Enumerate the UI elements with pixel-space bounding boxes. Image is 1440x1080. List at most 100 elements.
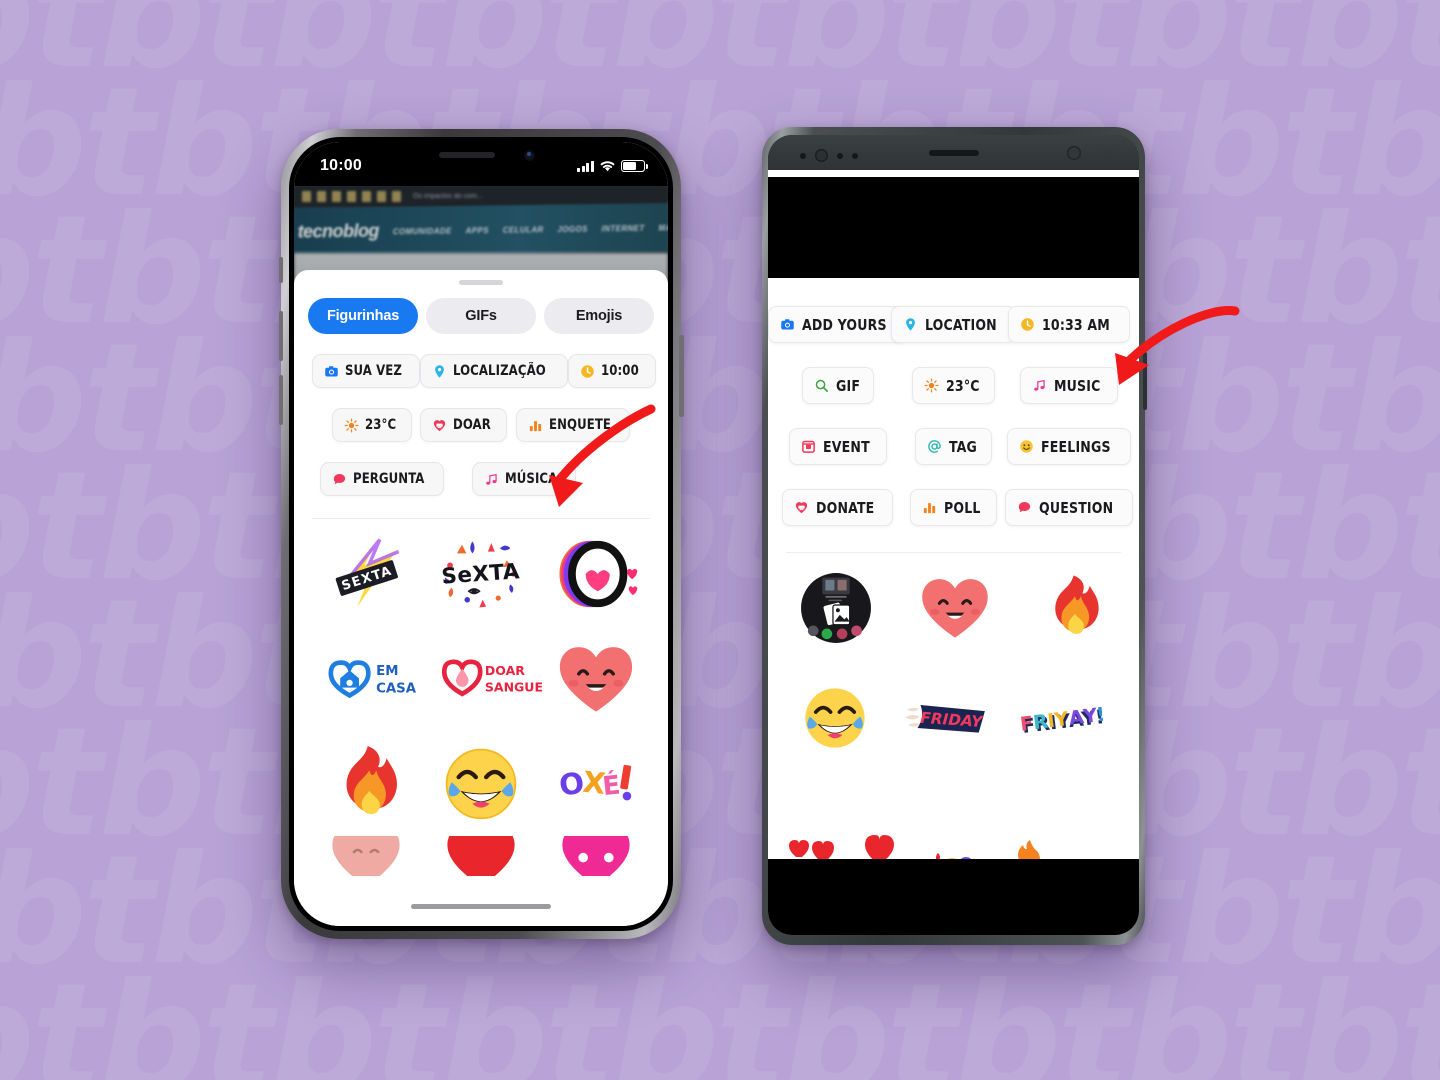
home-indicator[interactable] [411, 904, 551, 909]
sticker-partial-peach-heart[interactable] [323, 836, 409, 876]
sticker-button-location[interactable]: LOCATION [890, 306, 1017, 343]
iphone-power-button[interactable] [679, 335, 684, 417]
sticker-row: SEXTA SeXTA [308, 521, 654, 626]
sticker-fire[interactable] [323, 741, 409, 827]
sticker-em-casa[interactable]: EM CASA [323, 636, 416, 722]
sticker-smiling-heart[interactable] [916, 569, 994, 647]
sheet-divider [312, 518, 650, 519]
sticker-oxe[interactable]: O X É [553, 741, 639, 827]
front-camera-icon [524, 150, 535, 161]
sticker-button-question[interactable]: QUESTION [1004, 489, 1134, 526]
sticker-button-doar[interactable]: DOAR [420, 408, 508, 442]
sticker-row: EM CASA DOAR SANGUE [308, 626, 654, 731]
sticker-button-localizacao[interactable]: LOCALIZAÇÃO [420, 354, 569, 388]
front-camera-icon [1067, 146, 1081, 160]
sticker-tray-sheet: ADD YOURS LOCATION 10:33 AM GIF 23°C MUS… [768, 278, 1139, 859]
sticker-button-row-2: GIF 23°C MUSIC [786, 367, 1121, 404]
sticker-button-time[interactable]: 10:33 AM [1008, 306, 1130, 343]
sticker-button-label: SUA VEZ [345, 363, 403, 379]
android-screen-bezel: ADD YOURS LOCATION 10:33 AM GIF 23°C MUS… [768, 135, 1139, 935]
sticker-button-feelings[interactable]: FEELINGS [1007, 428, 1131, 465]
android-power-button[interactable] [1143, 352, 1147, 410]
sticker-button-temperature[interactable]: 23°C [911, 367, 996, 404]
sticker-button-label: PERGUNTA [353, 471, 425, 487]
sticker-row: O X É [308, 731, 654, 836]
sticker-sexta-lightning[interactable]: SEXTA [323, 531, 409, 617]
calendar-icon [802, 440, 815, 453]
tab-gifs[interactable]: GIFs [426, 298, 536, 334]
iphone-volume-down-button[interactable] [278, 375, 283, 425]
sticker-results-grid: SEXTA SeXTA EM CASA DOAR SANGUE O X É [308, 521, 654, 876]
sticker-button-donate[interactable]: DONATE [782, 489, 894, 526]
sticker-joy-emoji[interactable] [438, 741, 524, 827]
sticker-row: FRIDAY FRIYAY! F R I Y A Y ! [786, 663, 1121, 773]
sticker-joy-emoji[interactable] [798, 681, 872, 755]
svg-text:É: É [601, 768, 622, 802]
sticker-button-label: LOCATION [924, 315, 997, 334]
sticker-button-enquete[interactable]: ENQUETE [516, 408, 630, 442]
sticker-tray-sheet: Figurinhas GIFs Emojis SUA VEZ LOCALIZAÇ… [294, 270, 668, 926]
android-front-sensors [800, 149, 858, 162]
sticker-button-musica[interactable]: MÚSICA [472, 462, 576, 496]
iphone-screen-bezel: Os impactos do com... tecnoblog COMUNIDA… [289, 137, 673, 931]
sticker-sexta-confetti[interactable]: SeXTA [438, 531, 524, 617]
sticker-smiling-heart[interactable] [553, 636, 639, 722]
sticker-button-event[interactable]: EVENT [788, 428, 887, 465]
sticker-button-label: FEELINGS [1041, 437, 1112, 456]
sticker-fire[interactable] [1035, 571, 1109, 645]
sticker-button-cell: POLL [902, 489, 1006, 526]
music-note-icon [1034, 379, 1045, 391]
sticker-partial-hearts[interactable] [782, 813, 842, 859]
sticker-button-cell: 10:33 AM [1008, 306, 1130, 343]
tab-emojis[interactable]: Emojis [544, 298, 654, 334]
sticker-add-yours-photo[interactable] [798, 570, 874, 646]
iphone-mute-switch[interactable] [279, 257, 283, 283]
sticker-button-poll[interactable]: POLL [910, 489, 997, 526]
sticker-open-mouth-hearts[interactable] [553, 531, 639, 617]
status-bar-time: 10:00 [320, 157, 362, 174]
sticker-partial-flame[interactable] [998, 813, 1058, 859]
sticker-partial-red-heart[interactable] [438, 836, 524, 876]
sticker-button-cell: QUESTION [1004, 489, 1134, 526]
sticker-button-cell: FEELINGS [1007, 428, 1131, 465]
sticker-button-label: QUESTION [1038, 498, 1114, 517]
tab-figurinhas[interactable]: Figurinhas [308, 298, 418, 334]
music-note-icon [486, 473, 498, 485]
sticker-button-music[interactable]: MUSIC [1020, 367, 1118, 404]
sticker-partial-heart[interactable] [849, 813, 909, 859]
iphone-screen: Os impactos do com... tecnoblog COMUNIDA… [294, 142, 668, 926]
smiley-icon [1020, 440, 1034, 453]
donate-heart-icon [434, 419, 446, 431]
sheet-drag-handle[interactable] [459, 280, 503, 285]
sticker-button-pergunta[interactable]: PERGUNTA [320, 462, 445, 496]
svg-text:!: ! [1095, 703, 1106, 727]
sticker-button-label: ADD YOURS [801, 315, 887, 334]
clock-icon [581, 364, 595, 378]
status-bar-indicators [577, 160, 648, 173]
sticker-friday-flag[interactable]: FRIDAY [899, 683, 991, 753]
iphone-volume-up-button[interactable] [278, 311, 283, 361]
screen-dim-top [768, 177, 1139, 278]
poll-bars-icon [924, 503, 936, 514]
sticker-row-partial [768, 813, 1139, 859]
sticker-partial-dot[interactable] [1065, 813, 1125, 859]
sticker-button-label: TAG [948, 437, 977, 456]
earpiece-speaker [928, 149, 979, 156]
sticker-button-row-1: SUA VEZ LOCALIZAÇÃO 10:00 [312, 354, 656, 388]
sticker-button-grid: SUA VEZ LOCALIZAÇÃO 10:00 23°C DOAR ENQU… [308, 354, 656, 496]
watermark-row: tbtbtbtbtbtbtbtbtbtbtbtb [0, 952, 1440, 1080]
sticker-partial-confetti[interactable] [916, 813, 990, 859]
sticker-button-gif[interactable]: GIF [801, 367, 875, 404]
sticker-button-time[interactable]: 10:00 [568, 354, 656, 388]
sticker-button-tag[interactable]: TAG [914, 428, 993, 465]
sticker-doar-sangue[interactable]: DOAR SANGUE [438, 636, 543, 722]
sticker-button-add-yours[interactable]: ADD YOURS [768, 306, 908, 343]
sticker-button-row-2: 23°C DOAR ENQUETE [312, 408, 650, 442]
sticker-friyay[interactable]: FRIYAY! F R I Y A Y ! [1017, 683, 1109, 753]
sticker-button-cell: TAG [902, 428, 1006, 465]
sticker-button-cell: EVENT [786, 428, 890, 465]
sticker-partial-pink-heart[interactable] [553, 836, 639, 876]
sticker-button-sua-vez[interactable]: SUA VEZ [312, 354, 421, 388]
sticker-button-temperature[interactable]: 23°C [332, 408, 412, 442]
location-pin-icon [905, 318, 915, 331]
